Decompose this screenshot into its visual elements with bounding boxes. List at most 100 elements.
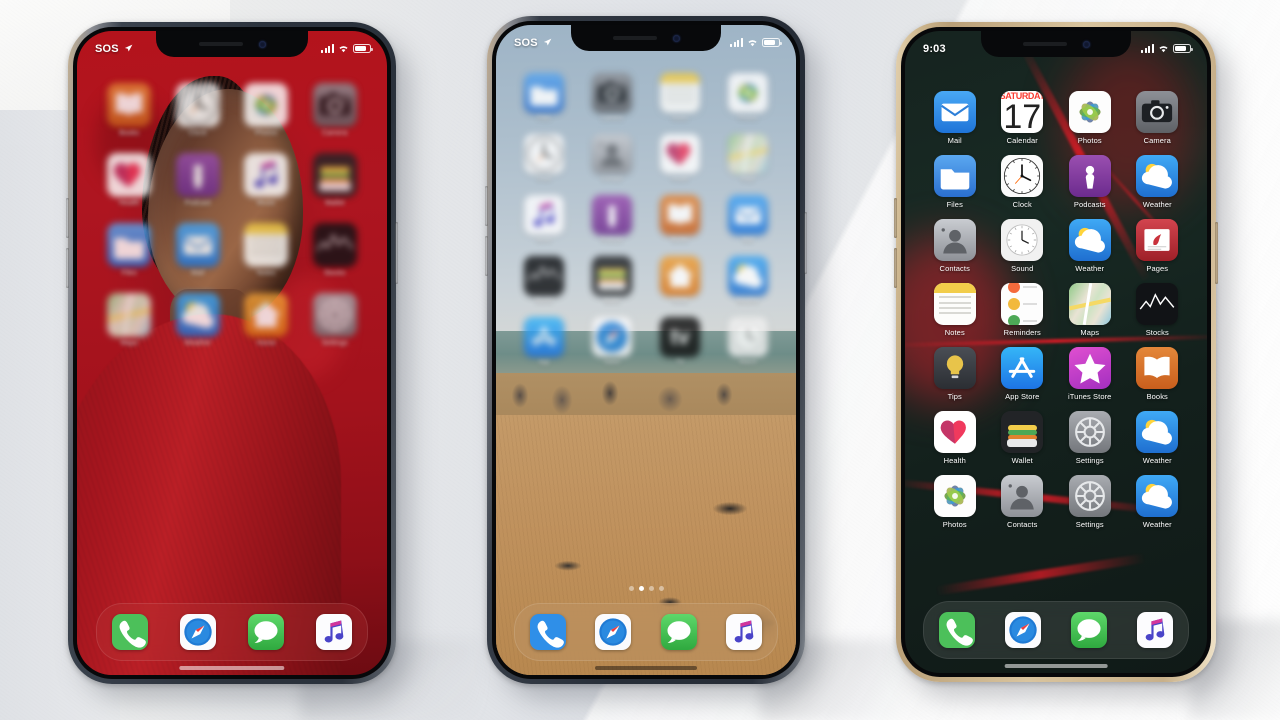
safari-icon[interactable] <box>592 317 632 357</box>
dock-messages-icon[interactable] <box>1070 612 1107 648</box>
wallet-icon[interactable] <box>312 153 357 197</box>
app-icon-photos[interactable]: Photos <box>933 475 976 529</box>
dock-phone-icon[interactable] <box>112 614 149 650</box>
files-icon[interactable] <box>933 155 976 197</box>
contacts-icon[interactable] <box>1001 475 1044 517</box>
contacts-icon[interactable] <box>933 219 976 261</box>
wallet-icon[interactable] <box>592 256 632 296</box>
dock-center[interactable] <box>514 603 778 661</box>
pages-icon[interactable] <box>1136 219 1179 261</box>
dock-messages-icon[interactable] <box>660 614 697 650</box>
app-icon-weather[interactable]: Weather <box>1136 475 1179 529</box>
app-icon-photos[interactable]: Photos <box>1068 91 1111 145</box>
page-indicator-center[interactable] <box>496 586 796 591</box>
app-icon-podcasts[interactable]: Podcasts <box>1068 155 1111 209</box>
app-icon-mail[interactable]: Mail <box>175 223 220 277</box>
page-dot[interactable] <box>638 586 644 591</box>
app-icon-home[interactable]: Home <box>244 293 289 347</box>
app-icon-stocks[interactable]: Stocks <box>524 256 564 305</box>
settings-icon[interactable] <box>312 293 357 337</box>
dock-music-icon[interactable] <box>726 614 763 650</box>
settings-icon[interactable] <box>1068 411 1111 453</box>
page-dot[interactable] <box>648 586 654 591</box>
app-icon-stocks[interactable]: Stocks <box>1136 283 1179 337</box>
app-icon-notes[interactable]: Notes <box>933 283 976 337</box>
app-icon-maps[interactable]: Maps <box>1068 283 1111 337</box>
volume-up-button-left[interactable] <box>66 198 69 238</box>
podcasts-icon[interactable] <box>1068 155 1111 197</box>
volume-down-button-left[interactable] <box>66 248 69 288</box>
dock-safari-icon[interactable] <box>180 614 217 650</box>
watch-icon[interactable] <box>1001 219 1044 261</box>
app-icon-music[interactable]: Music <box>524 195 564 244</box>
settings-icon[interactable] <box>1068 475 1111 517</box>
health-icon[interactable] <box>660 134 700 174</box>
stocks-icon[interactable] <box>524 256 564 296</box>
home-indicator-right[interactable] <box>1004 664 1108 668</box>
photos-icon[interactable] <box>244 83 289 127</box>
clock-icon[interactable] <box>175 83 220 127</box>
app-icon-clock[interactable]: Clock <box>1001 155 1044 209</box>
files-icon[interactable] <box>524 73 564 113</box>
home-icon[interactable] <box>660 256 700 296</box>
volume-down-button-center[interactable] <box>485 236 488 276</box>
books-icon[interactable] <box>1136 347 1179 389</box>
mail-icon[interactable] <box>728 195 768 235</box>
appstore-icon[interactable] <box>524 317 564 357</box>
app-icon-contacts[interactable]: Contacts <box>933 219 976 273</box>
app-icon-tv[interactable]: tv TV <box>660 317 700 366</box>
app-icon-health[interactable]: Health <box>933 411 976 465</box>
music-icon[interactable] <box>524 195 564 235</box>
files-icon[interactable] <box>107 223 152 267</box>
maps-icon[interactable] <box>728 134 768 174</box>
phone-left-screen[interactable]: SOS Books Clock Photos Camera Health Pod… <box>77 31 387 675</box>
contacts-icon[interactable] <box>592 134 632 174</box>
app-icon-weather[interactable]: Weather <box>1136 155 1179 209</box>
app-icon-camera[interactable]: Camera <box>1136 91 1179 145</box>
page-dot[interactable] <box>628 586 634 591</box>
power-button-left[interactable] <box>395 222 398 284</box>
mail-icon[interactable] <box>175 223 220 267</box>
wallet-icon[interactable] <box>1001 411 1044 453</box>
app-icon-home[interactable]: Home <box>660 256 700 305</box>
dock-right[interactable] <box>923 601 1189 659</box>
volume-up-button-center[interactable] <box>485 186 488 226</box>
notes-icon[interactable] <box>933 283 976 325</box>
podcasts-icon[interactable] <box>592 195 632 235</box>
app-icon-safari[interactable]: Safari <box>592 317 632 366</box>
home-indicator-center[interactable] <box>595 666 697 670</box>
app-icon-pages[interactable]: Pages <box>1136 219 1179 273</box>
app-icon-files[interactable]: Files <box>933 155 976 209</box>
app-icon-clock[interactable]: Clock <box>524 134 564 183</box>
phone-right-screen[interactable]: 9:03 Mail SATURDAY 17 Calendar Photos Ca… <box>905 31 1207 673</box>
app-icon-notes[interactable]: Notes <box>660 73 700 122</box>
app-icon-maps[interactable]: Maps <box>107 293 152 347</box>
itunes-icon[interactable] <box>1068 347 1111 389</box>
app-icon-reminders[interactable]: Reminders <box>1001 283 1044 337</box>
mail-icon[interactable] <box>933 91 976 133</box>
dock-phone-icon[interactable] <box>939 612 976 648</box>
dock-left[interactable] <box>95 603 369 661</box>
weather-icon[interactable] <box>1068 219 1111 261</box>
camera-icon[interactable] <box>312 83 357 127</box>
weather-icon[interactable] <box>1136 475 1179 517</box>
app-grid-right[interactable]: Mail SATURDAY 17 Calendar Photos Camera F… <box>905 91 1207 529</box>
books-icon[interactable] <box>107 83 152 127</box>
app-icon-settings[interactable]: Settings <box>1068 411 1111 465</box>
podcasts-icon[interactable] <box>175 153 220 197</box>
app-icon-clock[interactable]: Clock <box>175 83 220 137</box>
health-icon[interactable] <box>107 153 152 197</box>
app-icon-books[interactable]: Books <box>660 195 700 244</box>
app-icon-app-store[interactable]: App Store <box>1001 347 1044 401</box>
reminders-icon[interactable] <box>1001 283 1044 325</box>
app-icon-mail[interactable]: Mail <box>728 195 768 244</box>
books-icon[interactable] <box>660 195 700 235</box>
app-icon-wallet[interactable]: Wallet <box>312 153 357 207</box>
dock-music-icon[interactable] <box>1136 612 1173 648</box>
app-icon-music[interactable]: Music <box>244 153 289 207</box>
volume-down-button-right[interactable] <box>894 248 897 288</box>
app-icon-books[interactable]: Books <box>1136 347 1179 401</box>
app-icon-contacts[interactable]: Contacts <box>1001 475 1044 529</box>
power-button-right[interactable] <box>1215 222 1218 284</box>
phone-center[interactable]: SOS Files Camera Notes Photos Clock Cont… <box>485 16 807 684</box>
